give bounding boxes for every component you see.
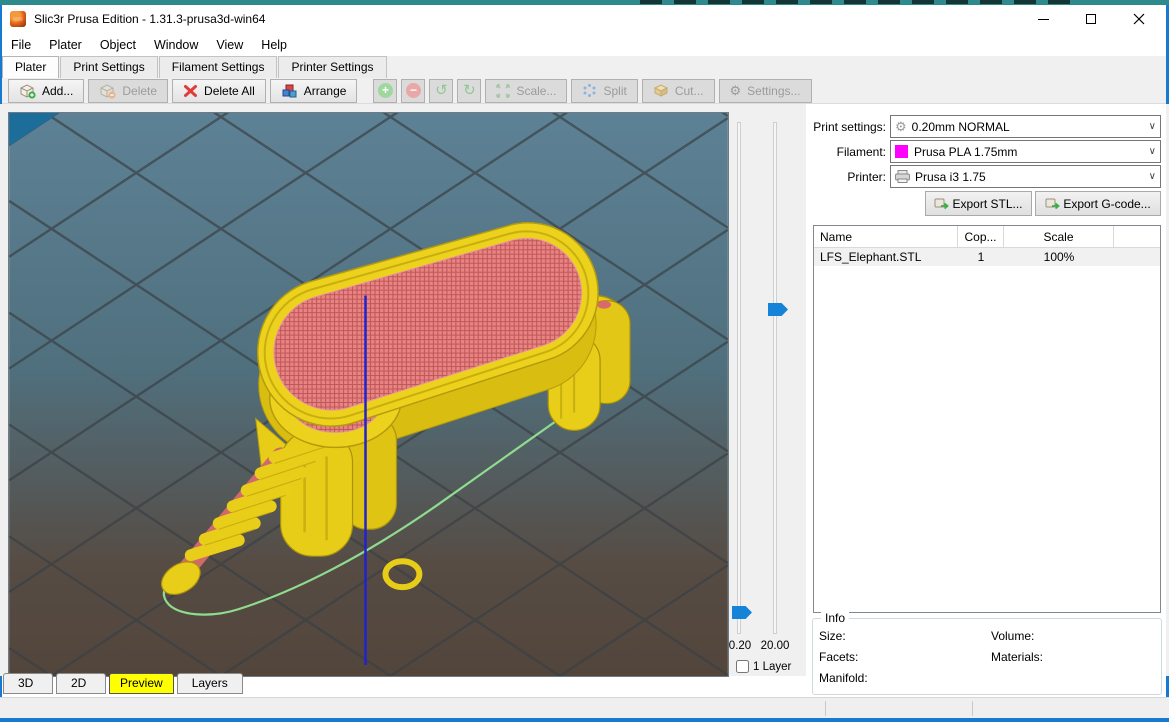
print-profile-icon: ⚙ [895,119,907,135]
layer-slider-high-thumb[interactable] [768,303,788,316]
plater-toolbar: Add... Delete Delete All Arrange [2,78,1166,104]
chevron-down-icon: ∨ [1149,146,1156,157]
layer-slider-high-track[interactable] [773,122,777,634]
close-icon [1133,13,1145,25]
rotate-cw-button[interactable]: ↻ [457,79,481,103]
maximize-icon [1086,14,1096,24]
cut-button[interactable]: Cut... [642,79,715,103]
gear-icon: ⚙ [730,83,742,99]
viewport-3d-preview[interactable] [8,112,729,677]
column-scale[interactable]: Scale [1004,226,1114,248]
menu-plater[interactable]: Plater [40,35,91,55]
tab-layers[interactable]: Layers [177,673,243,694]
rotate-ccw-icon: ↺ [435,83,448,98]
export-stl-icon [934,197,949,211]
layer-slider-panel: 0.20 20.00 1 Layer [729,112,806,676]
export-gcode-button[interactable]: Export G-code... [1035,191,1161,216]
layer-high-value: 20.00 [755,640,795,652]
add-button[interactable]: Add... [8,79,84,103]
delete-all-icon [183,84,198,98]
settings-panel: Print settings: ⚙ 0.20mm NORMAL ∨ Filame… [806,104,1166,697]
chevron-down-icon: ∨ [1149,121,1156,132]
filament-color-swatch [895,145,908,158]
tab-plater[interactable]: Plater [2,56,59,78]
filament-label: Filament: [806,145,886,159]
export-stl-button[interactable]: Export STL... [925,191,1032,216]
tab-print-settings[interactable]: Print Settings [60,56,157,78]
status-divider [972,701,973,716]
info-materials-label: Materials: [991,650,1043,671]
tab-printer-settings[interactable]: Printer Settings [278,56,386,78]
settings-tab-bar: Plater Print Settings Filament Settings … [2,56,1166,78]
object-settings-button[interactable]: ⚙ Settings... [719,79,812,103]
printer-select[interactable]: Prusa i3 1.75 ∨ [890,165,1161,188]
print-settings-select[interactable]: ⚙ 0.20mm NORMAL ∨ [890,115,1161,138]
delete-object-icon [99,83,116,99]
menu-object[interactable]: Object [91,35,145,55]
info-manifold-label: Manifold: [819,671,991,692]
delete-all-button[interactable]: Delete All [172,79,266,103]
object-list: Name Cop... Scale LFS_Elephant.STL 1 100… [813,225,1161,613]
layer-slider-low-track[interactable] [737,122,741,634]
tab-filament-settings[interactable]: Filament Settings [159,56,278,78]
cut-icon [653,83,669,98]
filament-select[interactable]: Prusa PLA 1.75mm ∨ [890,140,1161,163]
menu-view[interactable]: View [207,35,252,55]
decrease-copies-button[interactable]: − [401,79,425,103]
info-size-label: Size: [819,629,991,650]
menu-help[interactable]: Help [252,35,296,55]
menu-window[interactable]: Window [145,35,207,55]
one-layer-label: 1 Layer [753,661,791,673]
minimize-button[interactable] [1026,7,1060,31]
info-legend: Info [821,611,849,625]
arrange-button[interactable]: Arrange [270,79,358,103]
split-button[interactable]: Split [571,79,637,103]
layer-low-value: 0.20 [720,640,760,652]
split-icon [582,83,597,98]
background-text-remnant [640,0,1070,4]
scale-button[interactable]: Scale... [485,79,567,103]
window-bottom-border [0,718,1169,722]
menu-file[interactable]: File [2,35,40,55]
printer-icon [895,170,910,183]
menu-bar: File Plater Object Window View Help [2,33,1166,56]
close-button[interactable] [1122,7,1156,31]
increase-copies-button[interactable]: + [373,79,397,103]
scale-icon [496,84,510,98]
rotate-cw-icon: ↻ [463,83,476,98]
status-divider [825,701,826,716]
title-bar: Slic3r Prusa Edition - 1.31.3-prusa3d-wi… [2,5,1166,33]
one-layer-checkbox[interactable] [736,660,749,673]
slic3r-window: Slic3r Prusa Edition - 1.31.3-prusa3d-wi… [0,0,1169,722]
app-icon [10,11,26,27]
view-tab-bar: 3D 2D Preview Layers [3,673,243,696]
info-group: Info Size: Volume: Facets: Materials: Ma… [812,618,1162,695]
tab-3d[interactable]: 3D [3,673,53,694]
window-title: Slic3r Prusa Edition - 1.31.3-prusa3d-wi… [34,12,265,26]
tab-2d[interactable]: 2D [56,673,106,694]
layer-slider-low-thumb[interactable] [732,606,752,619]
object-row[interactable]: LFS_Elephant.STL 1 100% [814,248,1160,266]
info-volume-label: Volume: [991,629,1034,650]
maximize-button[interactable] [1074,7,1108,31]
minimize-icon [1038,19,1049,20]
plus-icon: + [378,83,393,98]
rotate-ccw-button[interactable]: ↺ [429,79,453,103]
tab-preview[interactable]: Preview [109,673,174,694]
column-copies[interactable]: Cop... [958,226,1004,248]
export-gcode-icon [1045,197,1060,211]
column-name[interactable]: Name [814,226,958,248]
arrange-icon [281,83,298,99]
delete-button[interactable]: Delete [88,79,168,103]
minus-icon: − [406,83,421,98]
object-list-header: Name Cop... Scale [814,226,1160,248]
print-settings-label: Print settings: [806,120,886,134]
chevron-down-icon: ∨ [1149,171,1156,182]
printer-label: Printer: [806,170,886,184]
status-bar [0,697,1169,718]
info-facets-label: Facets: [819,650,991,671]
add-object-icon [19,83,36,99]
